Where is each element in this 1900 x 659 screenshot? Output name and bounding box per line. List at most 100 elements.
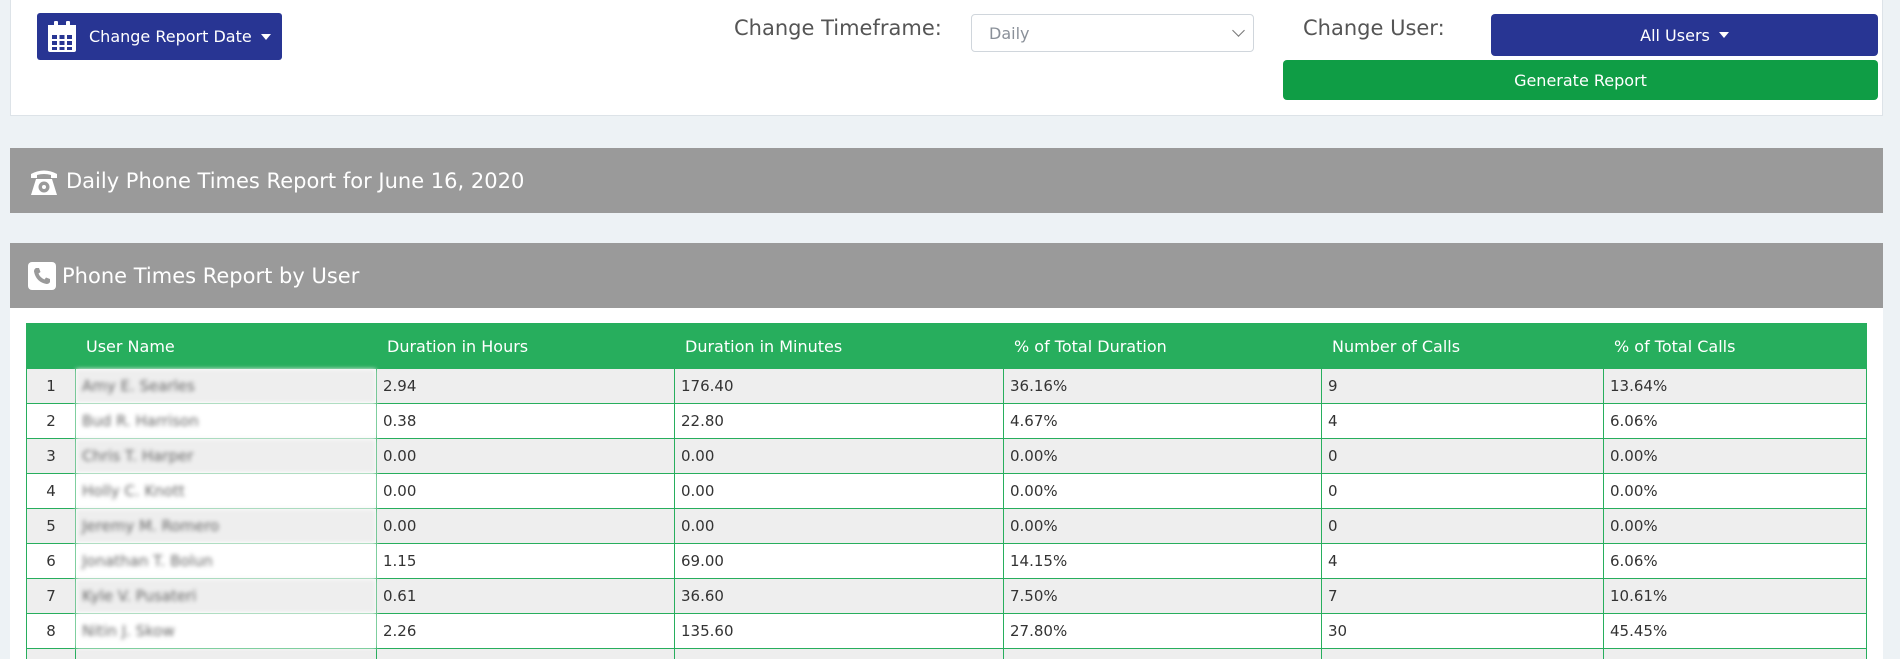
table-header-row: User Name Duration in Hours Duration in …: [26, 323, 1867, 369]
table-row: 3 Chris T. Harper 0.00 0.00 0.00% 0 0.00…: [26, 438, 1867, 474]
rotary-phone-icon: [31, 170, 57, 195]
user-select-value: All Users: [1640, 25, 1710, 45]
row-index: 2: [26, 403, 76, 439]
user-label: Change User:: [1303, 16, 1445, 40]
column-header-number-of-calls: Number of Calls: [1321, 323, 1604, 369]
hours-cell: 0.00: [376, 508, 675, 544]
calls-cell: 30: [1321, 613, 1604, 649]
minutes-cell: 135.60: [674, 613, 1004, 649]
report-by-user-header: Phone Times Report by User: [10, 243, 1883, 308]
pct-duration-cell: 4.67%: [1003, 403, 1322, 439]
minutes-cell: 0.00: [674, 438, 1004, 474]
pct-calls-cell: 0.00%: [1603, 508, 1867, 544]
partial-cell: [26, 648, 76, 659]
hours-cell: 1.15: [376, 543, 675, 579]
timeframe-select[interactable]: Daily: [971, 14, 1254, 52]
pct-duration-cell: 7.50%: [1003, 578, 1322, 614]
phone-square-icon: [28, 261, 56, 290]
chevron-down-icon: [1232, 24, 1245, 37]
pct-calls-cell: 6.06%: [1603, 403, 1867, 439]
partial-cell: [1603, 648, 1867, 659]
minutes-cell: 36.60: [674, 578, 1004, 614]
user-select-button[interactable]: All Users: [1491, 14, 1878, 56]
table-row: 5 Jeremy M. Romero 0.00 0.00 0.00% 0 0.0…: [26, 508, 1867, 544]
row-index: 7: [26, 578, 76, 614]
user-name-cell: Holly C. Knott: [75, 473, 377, 509]
table-row: 4 Holly C. Knott 0.00 0.00 0.00% 0 0.00%: [26, 473, 1867, 509]
table-row: 1 Amy E. Searles 2.94 176.40 36.16% 9 13…: [26, 368, 1867, 404]
column-header-duration-hours: Duration in Hours: [376, 323, 675, 369]
change-report-date-button[interactable]: Change Report Date: [37, 13, 282, 60]
user-name-cell: Jeremy M. Romero: [75, 508, 377, 544]
row-index: 8: [26, 613, 76, 649]
daily-report-header: Daily Phone Times Report for June 16, 20…: [10, 148, 1883, 213]
row-index: 5: [26, 508, 76, 544]
timeframe-selected-value: Daily: [989, 23, 1030, 43]
calls-cell: 0: [1321, 438, 1604, 474]
calls-cell: 4: [1321, 543, 1604, 579]
minutes-cell: 0.00: [674, 508, 1004, 544]
table-row-partial: [26, 648, 1867, 659]
column-header-pct-duration: % of Total Duration: [1003, 323, 1322, 369]
table-row: 7 Kyle V. Pusateri 0.61 36.60 7.50% 7 10…: [26, 578, 1867, 614]
calls-cell: 9: [1321, 368, 1604, 404]
calls-cell: 4: [1321, 403, 1604, 439]
calendar-icon: [48, 20, 76, 52]
daily-report-title: Daily Phone Times Report for June 16, 20…: [66, 168, 525, 193]
pct-calls-cell: 45.45%: [1603, 613, 1867, 649]
hours-cell: 0.00: [376, 473, 675, 509]
minutes-cell: 69.00: [674, 543, 1004, 579]
row-index: 3: [26, 438, 76, 474]
timeframe-label: Change Timeframe:: [734, 16, 942, 40]
table-row: 2 Bud R. Harrison 0.38 22.80 4.67% 4 6.0…: [26, 403, 1867, 439]
minutes-cell: 0.00: [674, 473, 1004, 509]
minutes-cell: 22.80: [674, 403, 1004, 439]
pct-duration-cell: 0.00%: [1003, 438, 1322, 474]
hours-cell: 0.00: [376, 438, 675, 474]
partial-cell: [376, 648, 675, 659]
user-name-cell: Amy E. Searles: [75, 368, 377, 404]
pct-calls-cell: 13.64%: [1603, 368, 1867, 404]
table-row: 6 Jonathan T. Bolun 1.15 69.00 14.15% 4 …: [26, 543, 1867, 579]
pct-duration-cell: 0.00%: [1003, 473, 1322, 509]
user-name-cell: Chris T. Harper: [75, 438, 377, 474]
calls-cell: 0: [1321, 473, 1604, 509]
pct-duration-cell: 0.00%: [1003, 508, 1322, 544]
caret-down-icon: [1718, 32, 1729, 38]
user-name-cell: Kyle V. Pusateri: [75, 578, 377, 614]
pct-calls-cell: 0.00%: [1603, 473, 1867, 509]
calls-cell: 0: [1321, 508, 1604, 544]
phone-times-table: User Name Duration in Hours Duration in …: [26, 323, 1867, 659]
hours-cell: 2.26: [376, 613, 675, 649]
change-report-date-label: Change Report Date: [89, 27, 252, 46]
table-row: 8 Nitin J. Skow 2.26 135.60 27.80% 30 45…: [26, 613, 1867, 649]
partial-cell: [75, 648, 377, 659]
column-header-index: [26, 323, 76, 369]
pct-duration-cell: 14.15%: [1003, 543, 1322, 579]
report-controls-card: Change Report Date Change Timeframe: Dai…: [10, 0, 1883, 116]
minutes-cell: 176.40: [674, 368, 1004, 404]
partial-cell: [1003, 648, 1322, 659]
pct-calls-cell: 6.06%: [1603, 543, 1867, 579]
hours-cell: 2.94: [376, 368, 675, 404]
user-name-cell: Bud R. Harrison: [75, 403, 377, 439]
caret-down-icon: [260, 33, 271, 40]
partial-cell: [1321, 648, 1604, 659]
pct-calls-cell: 0.00%: [1603, 438, 1867, 474]
partial-cell: [674, 648, 1004, 659]
column-header-user-name: User Name: [75, 323, 377, 369]
column-header-duration-minutes: Duration in Minutes: [674, 323, 1004, 369]
pct-duration-cell: 36.16%: [1003, 368, 1322, 404]
calls-cell: 7: [1321, 578, 1604, 614]
row-index: 6: [26, 543, 76, 579]
row-index: 4: [26, 473, 76, 509]
report-by-user-title: Phone Times Report by User: [62, 263, 360, 288]
column-header-pct-calls: % of Total Calls: [1603, 323, 1867, 369]
row-index: 1: [26, 368, 76, 404]
user-name-cell: Jonathan T. Bolun: [75, 543, 377, 579]
pct-calls-cell: 10.61%: [1603, 578, 1867, 614]
hours-cell: 0.61: [376, 578, 675, 614]
hours-cell: 0.38: [376, 403, 675, 439]
generate-report-button[interactable]: Generate Report: [1283, 60, 1878, 100]
pct-duration-cell: 27.80%: [1003, 613, 1322, 649]
